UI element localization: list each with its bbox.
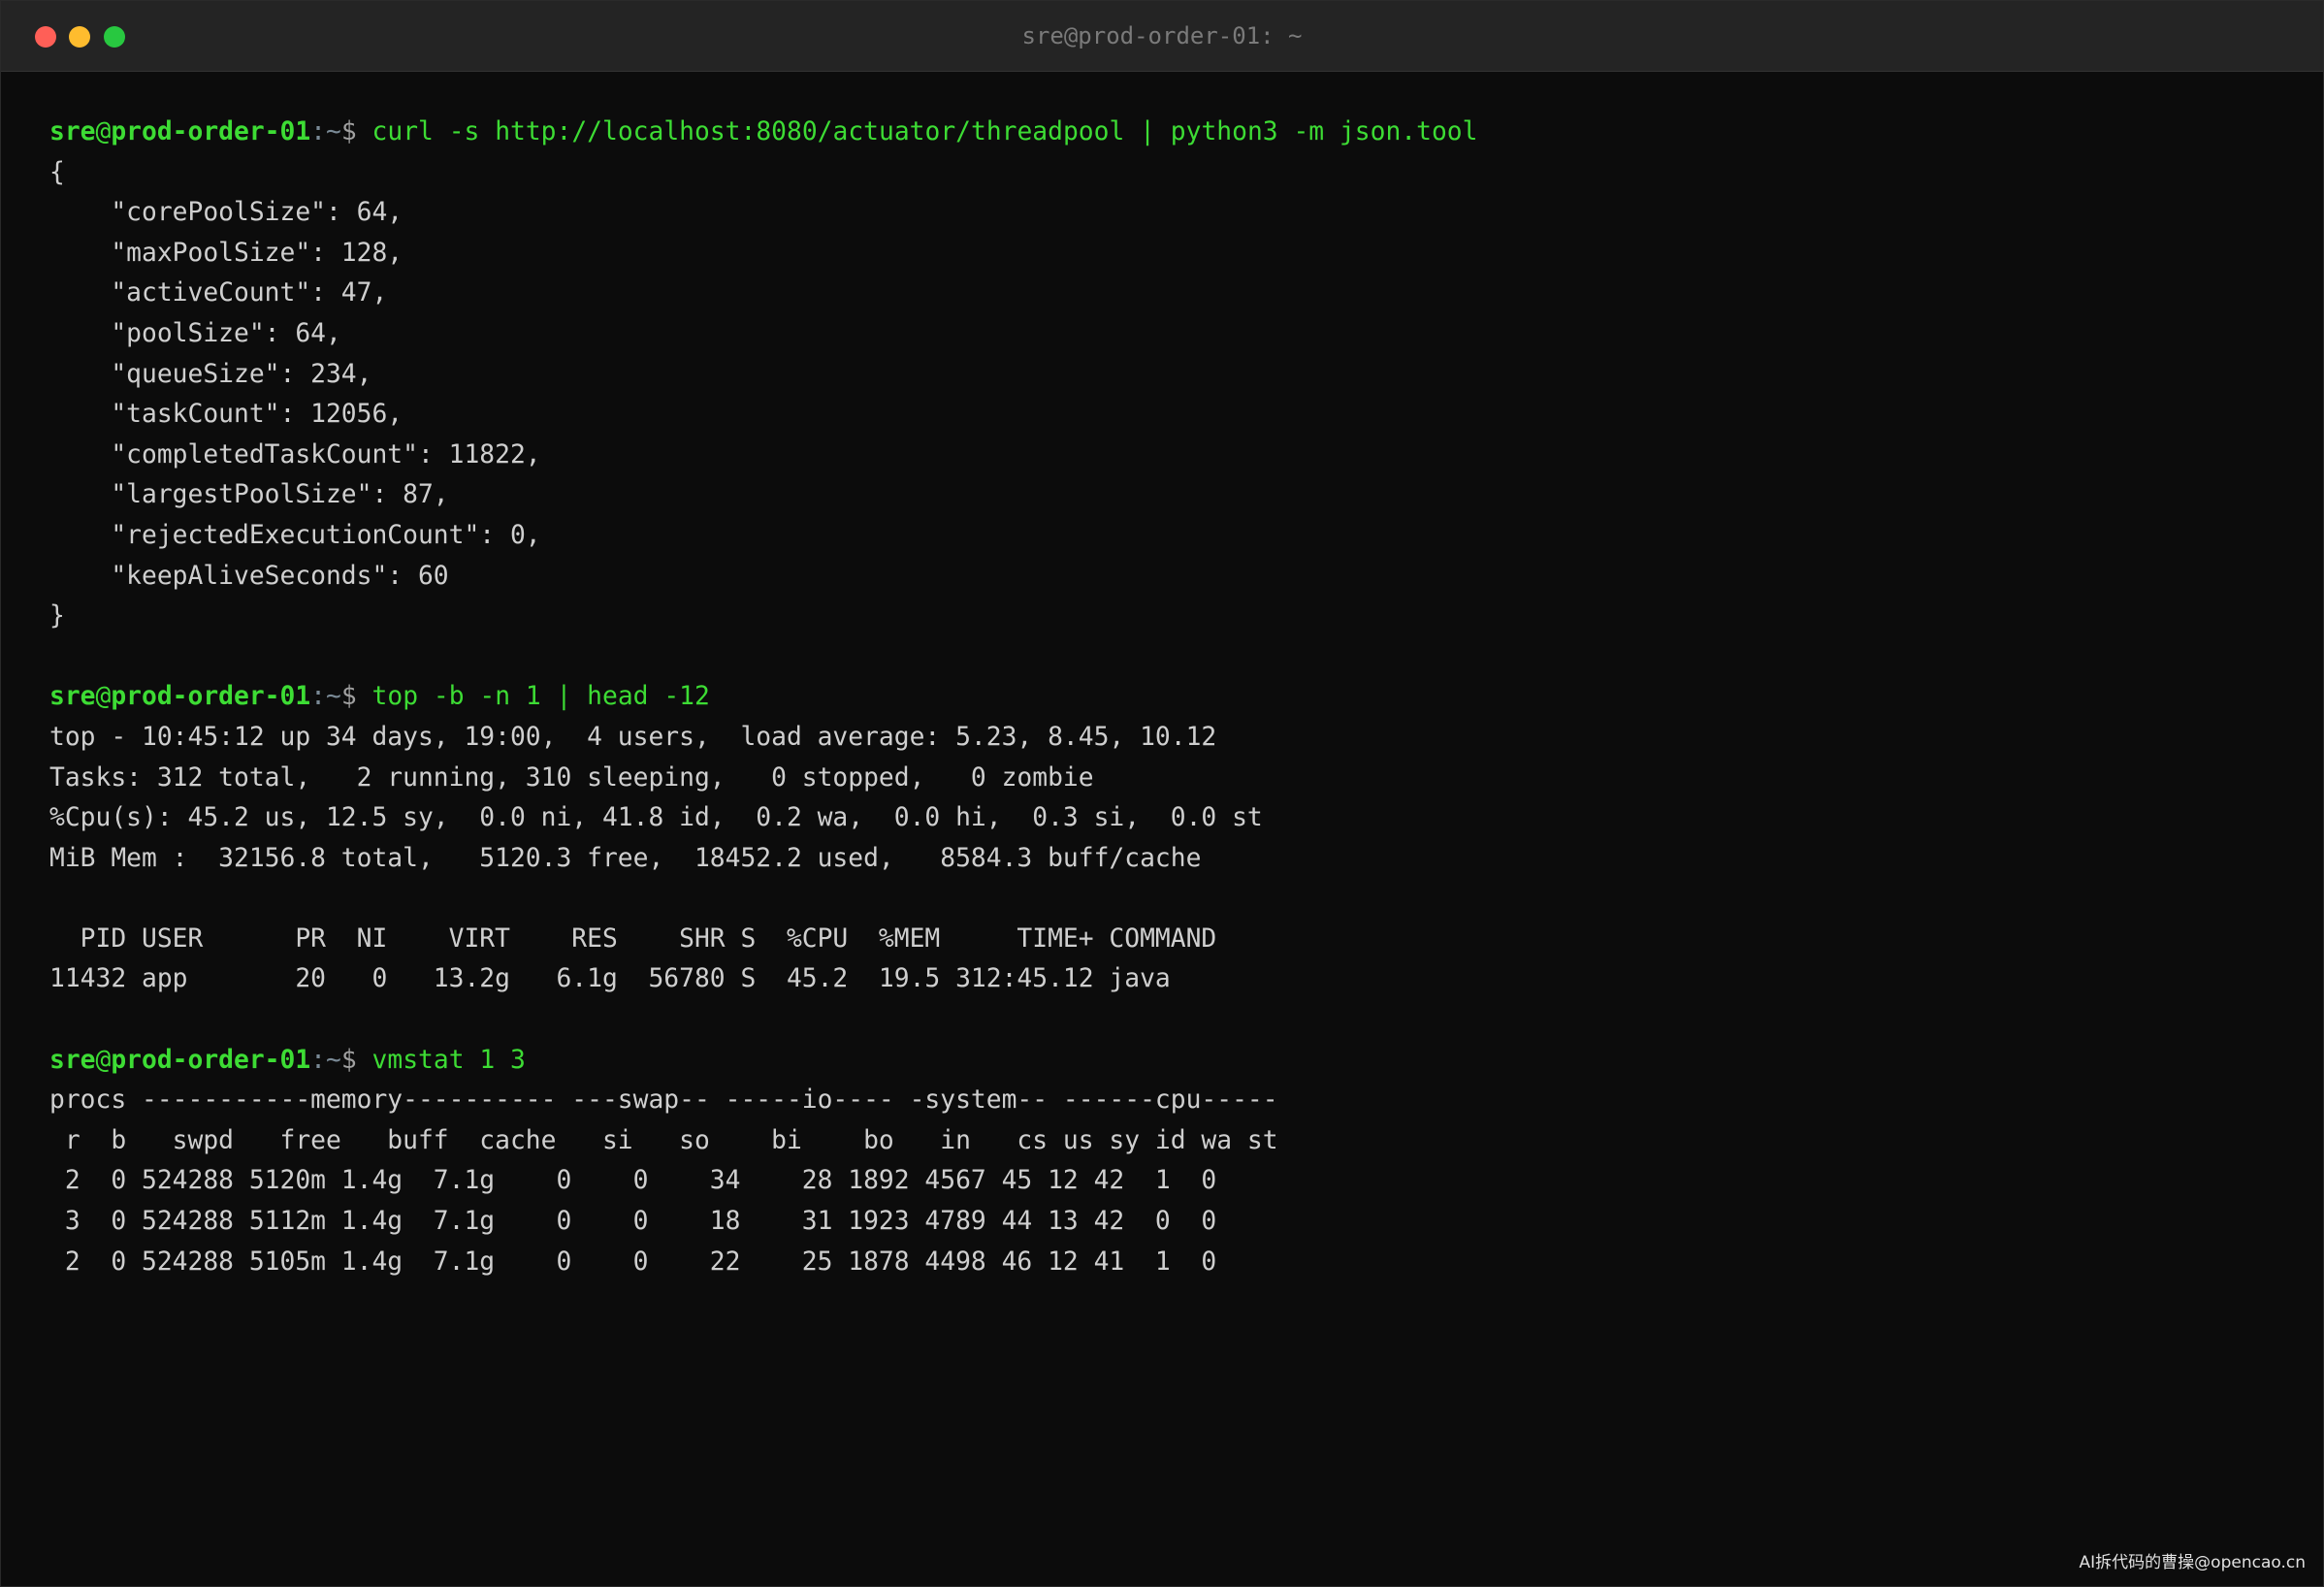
prompt-sign: $ (340, 1045, 372, 1075)
output-line: } (49, 601, 65, 632)
output-line: "corePoolSize": 64, (49, 198, 403, 228)
prompt-at: @ (95, 117, 112, 146)
command-text: vmstat 1 3 (371, 1045, 526, 1075)
prompt-path: ~ (326, 117, 341, 146)
output-line: "queueSize": 234, (49, 359, 372, 389)
output-line: { (49, 157, 65, 187)
prompt-at: @ (95, 682, 112, 712)
output-line: "completedTaskCount": 11822, (49, 439, 541, 470)
output-line: "keepAliveSeconds": 60 (49, 561, 449, 591)
output-line: procs -----------memory---------- ---swa… (49, 1085, 1278, 1116)
output-line: "poolSize": 64, (49, 318, 341, 348)
window-title: sre@prod-order-01: ~ (1021, 22, 1303, 49)
output-line: %Cpu(s): 45.2 us, 12.5 sy, 0.0 ni, 41.8 … (49, 803, 1263, 833)
terminal-window: sre@prod-order-01: ~ sre@prod-order-01:~… (0, 0, 2324, 1587)
output-line: 2 0 524288 5120m 1.4g 7.1g 0 0 34 28 189… (49, 1166, 1217, 1196)
command-text: top -b -n 1 | head -12 (371, 682, 710, 712)
prompt-host: prod-order-01 (111, 1045, 311, 1075)
output-line: "taskCount": 12056, (49, 400, 403, 430)
output-line: r b swpd free buff cache si so bi bo in … (49, 1125, 1278, 1155)
output-line: PID USER PR NI VIRT RES SHR S %CPU %MEM … (49, 923, 1217, 954)
output-line: 11432 app 20 0 13.2g 6.1g 56780 S 45.2 1… (49, 964, 1171, 994)
prompt-user: sre (49, 117, 96, 146)
watermark: AI拆代码的曹操@opencao.cn (2079, 1553, 2306, 1572)
prompt-separator: : (310, 1045, 327, 1075)
output-line: "maxPoolSize": 128, (49, 238, 403, 268)
output-line: 3 0 524288 5112m 1.4g 7.1g 0 0 18 31 192… (49, 1207, 1217, 1237)
command-line: sre@prod-order-01:~$ curl -s http://loca… (49, 113, 2280, 153)
output-line: Tasks: 312 total, 2 running, 310 sleepin… (49, 762, 1094, 793)
terminal-output[interactable]: sre@prod-order-01:~$ curl -s http://loca… (49, 113, 2280, 1282)
output-line: top - 10:45:12 up 34 days, 19:00, 4 user… (49, 722, 1217, 752)
title-bar: sre@prod-order-01: ~ (1, 1, 2323, 72)
prompt-at: @ (95, 1045, 112, 1075)
command-line: sre@prod-order-01:~$ vmstat 1 3 (49, 1041, 2280, 1082)
prompt-user: sre (49, 682, 96, 712)
output-line: 2 0 524288 5105m 1.4g 7.1g 0 0 22 25 187… (49, 1247, 1217, 1277)
prompt-separator: : (310, 117, 327, 146)
command-text: curl -s http://localhost:8080/actuator/t… (371, 117, 1478, 146)
prompt-sign: $ (340, 682, 372, 712)
prompt-host: prod-order-01 (111, 117, 311, 146)
output-line: "largestPoolSize": 87, (49, 480, 449, 510)
prompt-path: ~ (326, 1045, 341, 1075)
prompt-separator: : (310, 682, 327, 712)
output-line: "activeCount": 47, (49, 278, 388, 308)
output-line: MiB Mem : 32156.8 total, 5120.3 free, 18… (49, 843, 1202, 873)
prompt-path: ~ (326, 682, 341, 712)
prompt-host: prod-order-01 (111, 682, 311, 712)
prompt-user: sre (49, 1045, 96, 1075)
prompt-sign: $ (340, 117, 372, 146)
output-line: "rejectedExecutionCount": 0, (49, 520, 541, 550)
command-line: sre@prod-order-01:~$ top -b -n 1 | head … (49, 677, 2280, 718)
